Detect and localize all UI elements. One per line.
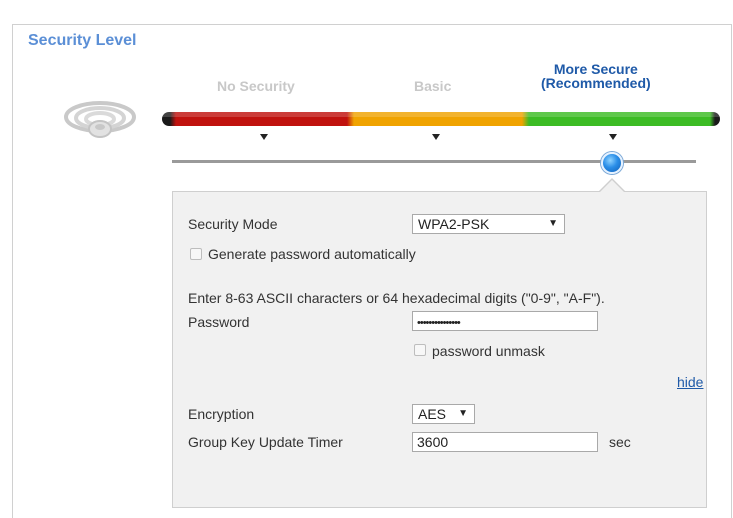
generate-password-label: Generate password automatically [208, 246, 416, 262]
group-key-timer-label: Group Key Update Timer [188, 434, 343, 450]
password-label: Password [188, 314, 250, 330]
level-label-more-secure[interactable]: More Secure (Recommended) [541, 62, 651, 90]
security-slider-knob[interactable] [601, 152, 623, 174]
marker-more-secure-icon [609, 134, 617, 140]
password-hint: Enter 8-63 ASCII characters or 64 hexade… [188, 290, 605, 306]
group-key-timer-unit: sec [609, 434, 631, 450]
wifi-router-icon [64, 95, 136, 144]
level-label-basic[interactable]: Basic [414, 78, 451, 94]
security-level-bar-shine [162, 112, 720, 117]
marker-no-security-icon [260, 134, 268, 140]
encryption-label: Encryption [188, 406, 255, 422]
panel-pointer [599, 180, 625, 193]
section-title: Security Level [28, 32, 137, 49]
security-mode-select[interactable]: WPA2-PSK ▼ [412, 214, 565, 234]
marker-basic-icon [432, 134, 440, 140]
password-unmask-label: password unmask [432, 343, 545, 359]
chevron-down-icon: ▼ [458, 408, 468, 419]
encryption-value: AES [418, 406, 447, 422]
level-label-no-security[interactable]: No Security [217, 78, 295, 94]
hide-link[interactable]: hide [677, 374, 703, 390]
level-label-more-secure-line1: More Secure [553, 61, 638, 77]
password-input[interactable]: ••••••••••••••• [412, 311, 598, 331]
chevron-down-icon: ▼ [548, 218, 558, 229]
encryption-select[interactable]: AES ▼ [412, 404, 475, 424]
generate-password-checkbox[interactable] [190, 248, 202, 260]
level-label-more-secure-line2: (Recommended) [541, 75, 651, 91]
group-key-timer-input[interactable]: 3600 [412, 432, 598, 452]
security-mode-label: Security Mode [188, 216, 278, 232]
password-unmask-checkbox[interactable] [414, 344, 426, 356]
security-mode-value: WPA2-PSK [418, 216, 490, 232]
password-value: ••••••••••••••• [417, 317, 461, 329]
group-key-timer-value: 3600 [417, 434, 449, 450]
